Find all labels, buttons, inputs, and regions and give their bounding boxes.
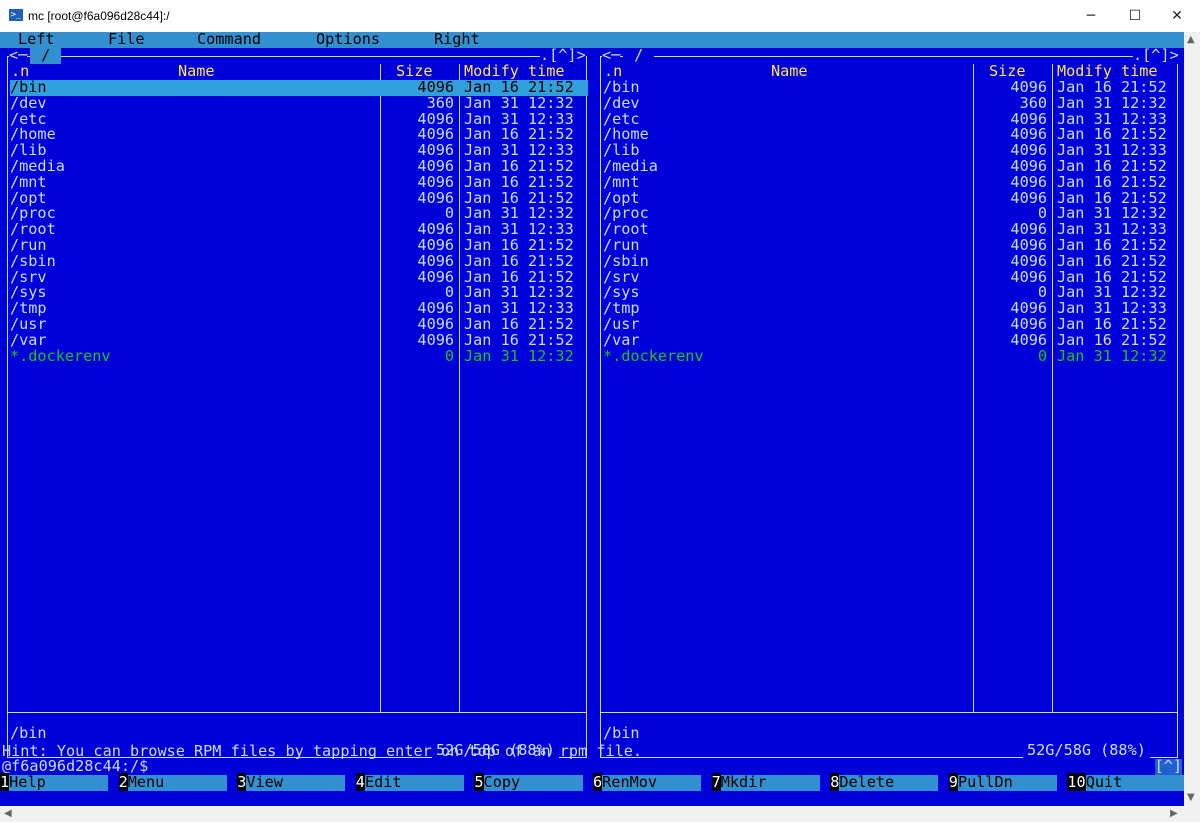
fkey-renmov[interactable]: 6RenMov	[593, 773, 702, 791]
file-name: *.dockerenv	[603, 346, 704, 365]
column-header-name[interactable]: Name	[178, 63, 215, 80]
fkey-pulldn[interactable]: 9PullDn	[948, 773, 1057, 791]
file-size: 4096	[1010, 330, 1047, 349]
menu-options[interactable]: Options	[316, 32, 380, 48]
fkey-label: Edit	[364, 774, 464, 791]
window-title: mc [root@f6a096d28c44]:/	[28, 9, 170, 23]
terminal[interactable]: Left File Command Options Right <─ / .[^…	[0, 32, 1184, 806]
fkey-number: 6	[593, 773, 603, 791]
vertical-scrollbar[interactable]: ▲ ▼	[1184, 32, 1200, 806]
scroll-up-icon[interactable]: ▲	[1187, 34, 1195, 45]
column-header-name[interactable]: Name	[771, 63, 808, 80]
panel-separator	[7, 712, 587, 713]
left-panel[interactable]: <─ / .[^]> .n Name Size Modify time /bin…	[0, 47, 593, 760]
fkey-number: 2	[118, 773, 128, 791]
current-file-path: /bin	[603, 724, 640, 742]
file-size: 4096	[417, 267, 454, 286]
current-file-path: /bin	[10, 724, 47, 742]
horizontal-scrollbar[interactable]: ◀ ▶	[0, 806, 1200, 822]
fkey-number: 9	[948, 773, 958, 791]
menu-bar: Left File Command Options Right	[0, 32, 1184, 48]
subshell-indicator[interactable]: [^]	[1154, 758, 1182, 775]
file-list: /bin 4096 Jan 16 21:52/dev 360 Jan 31 12:32/…	[10, 79, 588, 365]
fkey-number: 7	[711, 773, 721, 791]
file-row[interactable]: *.dockerenv 0 Jan 31 12:32	[10, 346, 588, 365]
file-size: 4096	[1010, 188, 1047, 207]
file-size: 0	[1037, 346, 1047, 365]
fkey-view[interactable]: 3View	[237, 773, 346, 791]
fkey-label: Delete	[839, 774, 939, 791]
file-size: 4096	[417, 330, 454, 349]
fkey-copy[interactable]: 5Copy	[474, 773, 583, 791]
panel-separator	[600, 712, 1178, 713]
function-key-bar: 1Help 2Menu 3View 4Edit 5Copy 6RenMov 7Mkdir 8D…	[0, 773, 1184, 791]
file-size: 4096	[1010, 267, 1047, 286]
disk-usage: 52G/58G (88%)	[1023, 742, 1150, 759]
file-size: 0	[444, 346, 454, 365]
right-panel[interactable]: <─ / .[^]> .n Name Size Modify time /bin…	[593, 47, 1184, 760]
menu-file[interactable]: File	[108, 32, 145, 48]
fkey-number: 5	[474, 773, 484, 791]
fkey-edit[interactable]: 4Edit	[355, 773, 464, 791]
fkey-label: View	[246, 774, 346, 791]
window-titlebar: >_ mc [root@f6a096d28c44]:/ ─ ☐ ✕	[0, 0, 1200, 32]
fkey-number: 1	[0, 773, 10, 791]
fkey-number: 3	[237, 773, 247, 791]
fkey-number: 10	[1067, 773, 1086, 791]
file-modify-time: Jan 31 12:32	[464, 346, 574, 365]
maximize-button[interactable]: ☐	[1112, 0, 1158, 32]
panel-path-title[interactable]: /	[30, 47, 62, 64]
file-modify-time: Jan 31 12:32	[1057, 346, 1167, 365]
file-size: 4096	[417, 188, 454, 207]
minimize-button[interactable]: ─	[1068, 0, 1114, 32]
close-button[interactable]: ✕	[1154, 0, 1200, 32]
file-row[interactable]: *.dockerenv 0 Jan 31 12:32	[603, 346, 1181, 365]
fkey-help[interactable]: 1Help	[0, 773, 109, 791]
fkey-label: PullDn	[957, 774, 1057, 791]
menu-right[interactable]: Right	[434, 32, 480, 48]
scroll-right-icon[interactable]: ▶	[1170, 808, 1178, 819]
fkey-label: Help	[9, 774, 109, 791]
scroll-left-icon[interactable]: ◀	[4, 808, 12, 819]
fkey-number: 4	[355, 773, 365, 791]
file-name: *.dockerenv	[10, 346, 111, 365]
fkey-label: Quit	[1085, 774, 1184, 791]
scroll-down-icon[interactable]: ▼	[1187, 792, 1195, 803]
file-list: /bin 4096 Jan 16 21:52/dev 360 Jan 31 12:32/…	[603, 79, 1181, 365]
powershell-icon: >_	[9, 9, 23, 21]
fkey-label: Menu	[127, 774, 227, 791]
fkey-label: RenMov	[602, 774, 702, 791]
panel-path-title[interactable]: /	[623, 47, 655, 64]
fkey-menu[interactable]: 2Menu	[118, 773, 227, 791]
fkey-quit[interactable]: 10Quit	[1067, 773, 1184, 791]
fkey-number: 8	[830, 773, 840, 791]
fkey-mkdir[interactable]: 7Mkdir	[711, 773, 820, 791]
fkey-label: Mkdir	[720, 774, 820, 791]
fkey-label: Copy	[483, 774, 583, 791]
menu-command[interactable]: Command	[197, 32, 261, 48]
fkey-delete[interactable]: 8Delete	[830, 773, 939, 791]
